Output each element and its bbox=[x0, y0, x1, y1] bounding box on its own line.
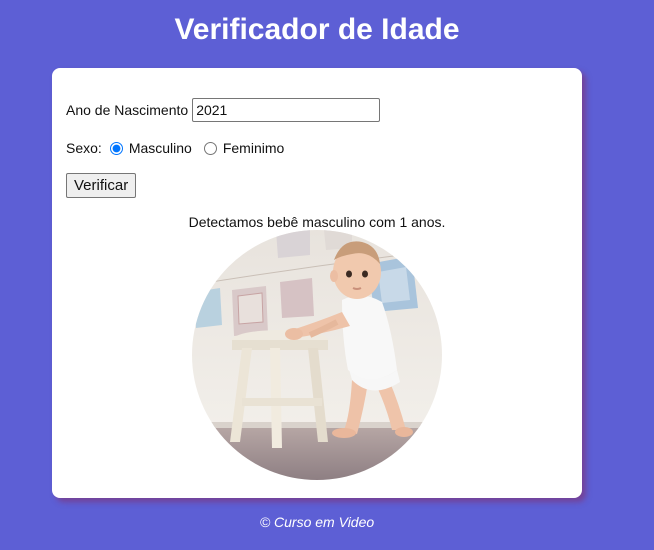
baby-photo-illustration bbox=[192, 230, 442, 480]
male-radio-label[interactable]: Masculino bbox=[129, 140, 192, 156]
female-radio[interactable] bbox=[203, 141, 217, 155]
verify-button[interactable]: Verificar bbox=[66, 173, 137, 198]
female-radio-label[interactable]: Feminimo bbox=[223, 140, 284, 156]
male-radio[interactable] bbox=[109, 141, 123, 155]
page-header: Verificador de Idade bbox=[0, 0, 634, 60]
sex-row: Sexo: Masculino Feminimo bbox=[66, 140, 288, 156]
birth-year-row: Ano de Nascimento bbox=[66, 98, 381, 122]
footer-copyright: © Curso em Video bbox=[259, 514, 375, 530]
result-message: Detectamos bebê masculino com 1 anos. bbox=[188, 214, 446, 230]
birth-year-label: Ano de Nascimento bbox=[66, 102, 189, 118]
birth-year-input[interactable] bbox=[192, 98, 381, 122]
main-card: Ano de Nascimento Sexo: Masculino Femini… bbox=[52, 68, 582, 498]
page-title: Verificador de Idade bbox=[174, 13, 460, 46]
baby-photo bbox=[192, 230, 442, 480]
sex-label: Sexo: bbox=[66, 140, 102, 156]
